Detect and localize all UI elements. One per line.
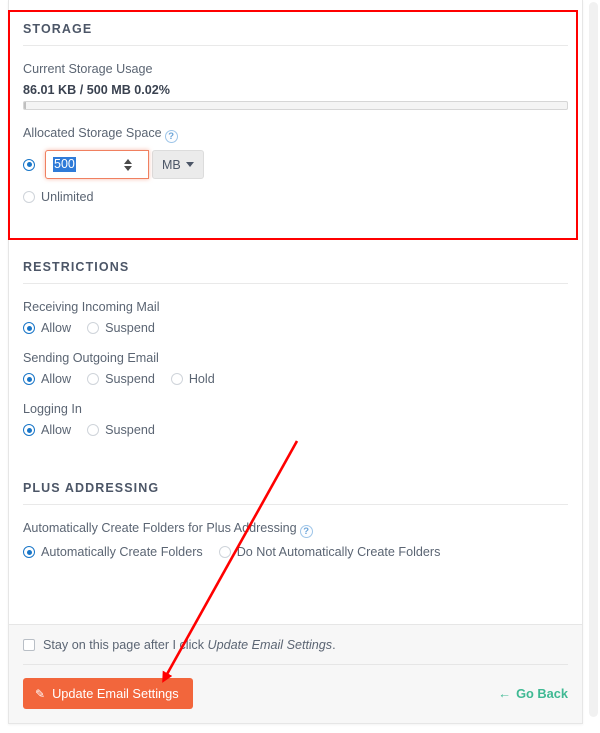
radio-label-logging-in-suspend: Suspend: [105, 423, 155, 437]
radio-option-logging-in-allow[interactable]: Allow: [23, 423, 71, 437]
quota-input-value: 500: [53, 157, 76, 172]
radio-label-sending-outgoing-email-suspend: Suspend: [105, 372, 155, 386]
radio-label-plus-do-not-automatically-create-folders: Do Not Automatically Create Folders: [236, 545, 441, 559]
update-email-settings-label: Update Email Settings: [52, 686, 179, 701]
chevron-down-icon: [185, 162, 194, 167]
restriction-label-sending-outgoing-email: Sending Outgoing Email: [23, 351, 159, 365]
radio-option-logging-in-suspend[interactable]: Suspend: [87, 423, 155, 437]
arrow-left-icon: ←: [498, 686, 512, 701]
section-storage: STORAGE Current Storage Usage 86.01 KB /…: [23, 0, 568, 238]
storage-usage-progressbar: [23, 101, 568, 110]
page-scrollbar[interactable]: [586, 0, 600, 733]
restriction-label-logging-in: Logging In: [23, 402, 82, 416]
plus-addressing-label-text: Automatically Create Folders for Plus Ad…: [23, 521, 297, 535]
allocated-storage-label-text: Allocated Storage Space: [23, 126, 162, 140]
stay-on-page-label: Stay on this page after I click Update E…: [43, 638, 336, 652]
radio-option-receiving-incoming-mail-allow[interactable]: Allow: [23, 321, 71, 335]
restriction-options-receiving-incoming-mail: Allow Suspend: [23, 321, 568, 335]
radio-label-logging-in-allow: Allow: [41, 423, 72, 437]
plus-addressing-heading: PLUS ADDRESSING: [23, 481, 160, 495]
radio-option-sending-outgoing-email-hold[interactable]: Hold: [170, 372, 215, 386]
radio-label-sending-outgoing-email-hold: Hold: [188, 372, 215, 386]
radio-sending-outgoing-email-suspend[interactable]: [87, 373, 100, 385]
storage-usage-value: 86.01 KB / 500 MB 0.02%: [23, 83, 171, 97]
current-storage-usage-label: Current Storage Usage: [23, 62, 153, 76]
radio-label-plus-automatically-create-folders: Automatically Create Folders: [41, 545, 203, 559]
page-root: STORAGE Current Storage Usage 86.01 KB /…: [0, 0, 600, 733]
quota-stepper[interactable]: [124, 158, 132, 171]
go-back-link[interactable]: ← Go Back: [498, 686, 568, 701]
stay-on-page-checkbox[interactable]: [23, 639, 35, 651]
update-email-settings-button[interactable]: ✎ Update Email Settings: [23, 678, 193, 709]
radio-label-sending-outgoing-email-allow: Allow: [41, 372, 72, 386]
storage-unit-value: MB: [162, 157, 181, 172]
go-back-label: Go Back: [516, 686, 568, 701]
stepper-up-icon[interactable]: [124, 158, 132, 164]
stepper-down-icon[interactable]: [124, 165, 132, 171]
plus-addressing-label: Automatically Create Folders for Plus Ad…: [23, 521, 568, 538]
restriction-groups: Receiving Incoming Mail Allow Suspend Sendi…: [23, 300, 568, 437]
restrictions-bottom-spacer: [23, 437, 568, 459]
radio-option-plus-do-not-automatically-create-folders[interactable]: Do Not Automatically Create Folders: [218, 545, 441, 559]
storage-bottom-spacer: [23, 204, 568, 238]
quota-input[interactable]: 500: [45, 150, 149, 179]
radio-option-sending-outgoing-email-allow[interactable]: Allow: [23, 372, 71, 386]
allocated-storage-quota-row: 500 MB: [23, 150, 568, 179]
radio-logging-in-allow[interactable]: [23, 424, 35, 436]
radio-sending-outgoing-email-hold[interactable]: [170, 373, 183, 385]
restrictions-heading: RESTRICTIONS: [23, 260, 130, 274]
storage-divider: [23, 45, 568, 46]
radio-option-plus-automatically-create-folders[interactable]: Automatically Create Folders: [23, 545, 203, 559]
restriction-label-receiving-incoming-mail: Receiving Incoming Mail: [23, 300, 160, 314]
radio-plus-automatically-create-folders[interactable]: [23, 546, 35, 558]
storage-heading: STORAGE: [23, 22, 93, 36]
radio-receiving-incoming-mail-allow[interactable]: [23, 322, 35, 334]
radio-logging-in-suspend[interactable]: [87, 424, 100, 436]
radio-label-receiving-incoming-mail-suspend: Suspend: [105, 321, 155, 335]
help-circle-icon[interactable]: ?: [299, 525, 313, 538]
restrictions-divider: [23, 283, 568, 284]
radio-quota[interactable]: [23, 158, 35, 171]
pencil-icon: ✎: [35, 686, 46, 701]
radio-unlimited[interactable]: [23, 191, 35, 203]
radio-option-receiving-incoming-mail-suspend[interactable]: Suspend: [87, 321, 155, 335]
storage-usage-progress-fill: [24, 102, 26, 109]
stay-on-page-row[interactable]: Stay on this page after I click Update E…: [23, 625, 568, 664]
email-settings-card: STORAGE Current Storage Usage 86.01 KB /…: [8, 0, 583, 724]
stay-text-before: Stay on this page after I click: [43, 638, 208, 652]
stay-text-after: .: [332, 638, 336, 652]
radio-receiving-incoming-mail-suspend[interactable]: [87, 322, 100, 334]
restriction-options-sending-outgoing-email: Allow Suspend Hold: [23, 372, 568, 386]
radio-plus-do-not-automatically-create-folders[interactable]: [218, 546, 231, 558]
radio-option-unlimited[interactable]: Unlimited: [23, 190, 94, 204]
radio-label-receiving-incoming-mail-allow: Allow: [41, 321, 72, 335]
restriction-options-logging-in: Allow Suspend: [23, 423, 568, 437]
radio-unlimited-label: Unlimited: [41, 190, 94, 204]
plus-addressing-options: Automatically Create Folders Do Not Autom…: [23, 545, 568, 559]
storage-unit-dropdown[interactable]: MB: [152, 150, 204, 179]
section-plus-addressing: PLUS ADDRESSING Automatically Create Fol…: [23, 459, 568, 559]
stay-text-emphasis: Update Email Settings: [207, 638, 333, 652]
page-scrollbar-thumb[interactable]: [589, 2, 598, 717]
footer-actions: ✎ Update Email Settings ← Go Back: [23, 665, 568, 723]
card-footer: Stay on this page after I click Update E…: [9, 624, 582, 723]
help-circle-icon[interactable]: ?: [164, 130, 178, 143]
radio-option-sending-outgoing-email-suspend[interactable]: Suspend: [87, 372, 155, 386]
section-restrictions: RESTRICTIONS Receiving Incoming Mail Allo…: [23, 238, 568, 459]
allocated-storage-unlimited-row: Unlimited: [23, 190, 568, 204]
plus-addressing-divider: [23, 504, 568, 505]
quota-input-group: 500 MB: [45, 150, 204, 179]
allocated-storage-label: Allocated Storage Space?: [23, 126, 568, 143]
card-body: STORAGE Current Storage Usage 86.01 KB /…: [9, 0, 582, 559]
radio-sending-outgoing-email-allow[interactable]: [23, 373, 35, 385]
